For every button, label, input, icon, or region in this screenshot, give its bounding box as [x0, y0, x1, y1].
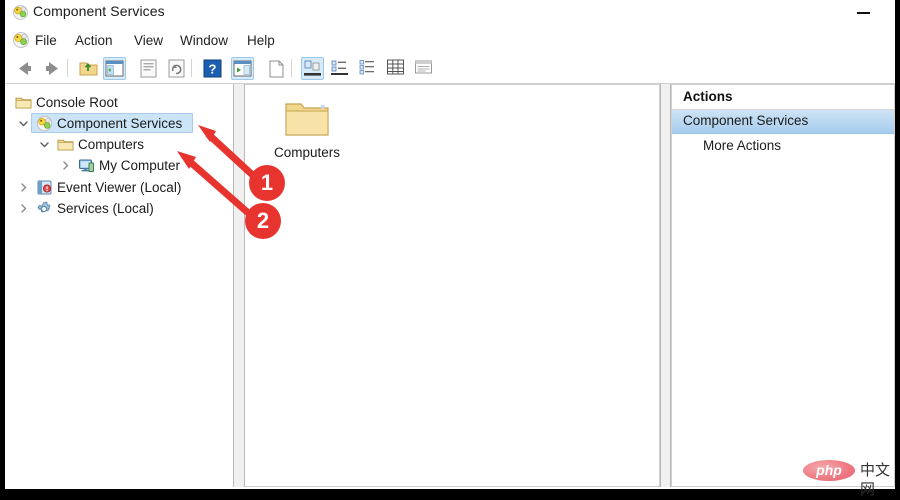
toolbar-separator	[191, 59, 192, 77]
tree-label-event-viewer: Event Viewer (Local)	[57, 180, 182, 195]
menu-item-window[interactable]: Window	[178, 31, 230, 50]
help-icon[interactable]: ?	[201, 57, 224, 80]
list-item[interactable]: Computers	[265, 95, 349, 161]
title-bar: Component Services	[5, 0, 895, 26]
mmc-console-icon	[12, 4, 29, 21]
actions-header: Actions	[672, 85, 894, 110]
services-gear-icon	[36, 200, 53, 217]
tree-item-computers[interactable]: Computers	[5, 134, 233, 155]
forward-icon[interactable]	[41, 57, 64, 80]
new-window-icon[interactable]	[265, 57, 288, 80]
event-viewer-icon	[36, 179, 53, 196]
chevron-right-icon[interactable]	[15, 198, 31, 219]
window-title: Component Services	[33, 3, 165, 19]
annotation-badge-1: 1	[249, 165, 285, 201]
watermark-site-text: 中文网	[860, 462, 891, 498]
more-actions-item[interactable]: More Actions	[672, 135, 894, 159]
result-pane[interactable]: Computers	[245, 84, 660, 487]
actions-header-label: Actions	[683, 89, 733, 104]
view-list-icon[interactable]	[357, 57, 380, 80]
watermark-logo-text: php	[816, 462, 842, 478]
tree-label-services: Services (Local)	[57, 201, 154, 216]
menu-bar: File Action View Window Help	[5, 26, 895, 55]
menu-item-action[interactable]: Action	[73, 31, 115, 50]
menu-item-view[interactable]: View	[132, 31, 165, 50]
folder-icon	[57, 136, 74, 153]
tree-label-my-computer: My Computer	[99, 158, 181, 173]
screenshot-root: Component Services File Action View Wind…	[0, 0, 900, 500]
chevron-down-icon[interactable]	[36, 134, 52, 155]
menu-item-file[interactable]: File	[33, 31, 59, 50]
left-splitter[interactable]	[233, 84, 245, 487]
view-details-icon[interactable]	[385, 57, 408, 80]
properties-icon[interactable]	[137, 57, 160, 80]
more-actions-label: More Actions	[703, 138, 782, 153]
console-tree-pane[interactable]: Console Root Component Services Computer…	[5, 84, 234, 487]
up-folder-icon[interactable]	[77, 57, 100, 80]
chevron-right-icon[interactable]	[57, 155, 73, 176]
computer-icon	[78, 157, 95, 174]
menu-item-help[interactable]: Help	[245, 31, 277, 50]
tree-item-event-viewer[interactable]: Event Viewer (Local)	[5, 177, 233, 198]
svg-text:?: ?	[209, 62, 217, 77]
tree-label-console-root: Console Root	[36, 95, 118, 110]
component-services-icon	[36, 115, 53, 132]
tree-item-my-computer[interactable]: My Computer	[5, 155, 233, 176]
actions-selected-item[interactable]: Component Services	[672, 110, 894, 134]
chevron-right-icon[interactable]	[15, 177, 31, 198]
tree-item-services[interactable]: Services (Local)	[5, 198, 233, 219]
toolbar: ?	[5, 54, 895, 84]
tree-label-computers: Computers	[78, 137, 145, 152]
actions-selected-label: Component Services	[683, 113, 809, 128]
component-services-window: Component Services File Action View Wind…	[5, 0, 895, 489]
tree-item-console-root[interactable]: Console Root	[5, 92, 233, 113]
watermark: php 中文网	[803, 459, 895, 498]
tree-item-component-services[interactable]: Component Services	[5, 113, 233, 134]
export-list-icon[interactable]	[231, 57, 254, 80]
annotation-badge-2: 2	[245, 203, 281, 239]
actions-pane: Actions Component Services More Actions	[671, 84, 895, 487]
chevron-down-icon[interactable]	[15, 113, 31, 134]
mmc-console-icon	[12, 31, 30, 49]
view-small-icons-icon[interactable]	[329, 57, 352, 80]
view-filter-icon[interactable]	[413, 57, 436, 80]
refresh-icon[interactable]	[165, 57, 188, 80]
view-large-icons-icon[interactable]	[301, 57, 324, 80]
back-icon[interactable]	[13, 57, 36, 80]
toolbar-separator	[291, 59, 292, 77]
right-splitter[interactable]	[660, 84, 671, 487]
show-hide-tree-icon[interactable]	[103, 57, 126, 80]
minimize-button[interactable]	[845, 0, 891, 26]
tree-label-component-services: Component Services	[57, 116, 183, 131]
list-item-label: Computers	[273, 145, 341, 160]
folder-icon	[15, 94, 32, 111]
toolbar-separator	[67, 59, 68, 77]
